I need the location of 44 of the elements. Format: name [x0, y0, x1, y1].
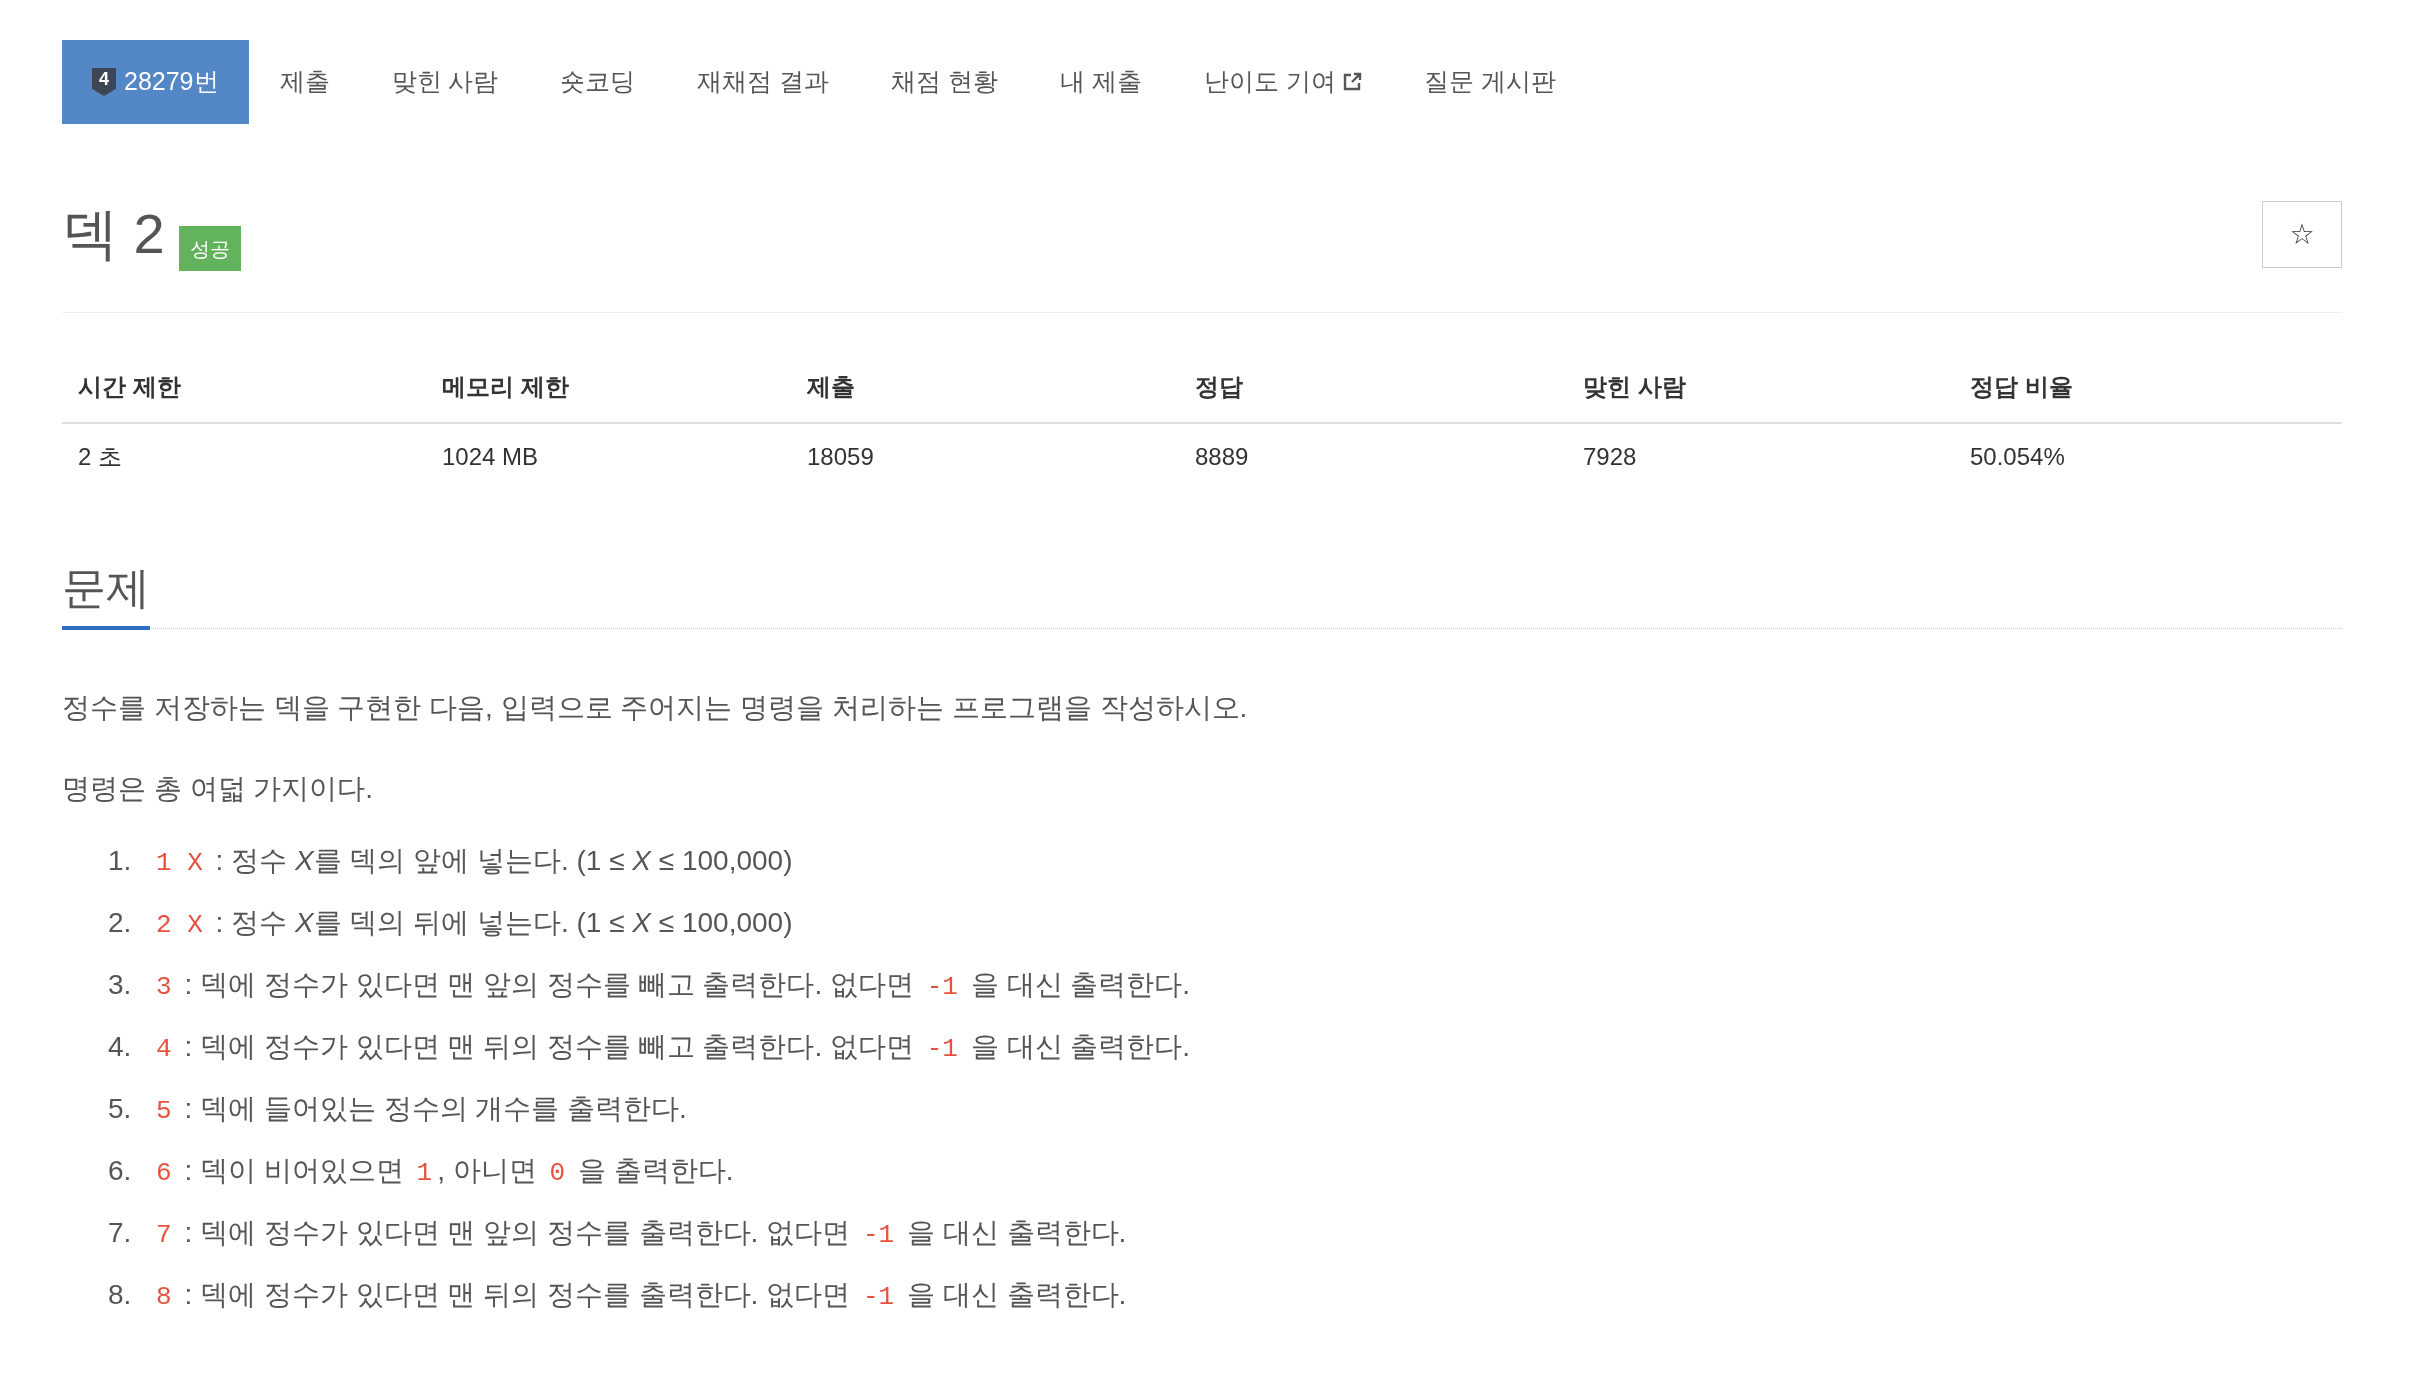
list-number: 4. [108, 1030, 133, 1064]
command-description: 4 : 덱에 정수가 있다면 맨 뒤의 정수를 빼고 출력한다. 없다면 -1 을 대신 출력한다. [155, 1029, 1191, 1066]
column-header: 맞힌 사람 [1583, 373, 1686, 400]
list-number: 7. [108, 1216, 133, 1250]
table-cell: 8889 [1195, 443, 1249, 470]
column-header: 제출 [807, 373, 855, 400]
table-cell: 2 초 [78, 443, 122, 470]
command-description: 3 : 덱에 정수가 있다면 맨 앞의 정수를 빼고 출력한다. 없다면 -1 을 대신 출력한다. [155, 967, 1191, 1004]
nav-tab[interactable]: 난이도 기여 [1173, 40, 1394, 124]
command-description: 5 : 덱에 들어있는 정수의 개수를 출력한다. [155, 1091, 687, 1128]
section-heading: 문제 [62, 558, 150, 630]
column-header: 정답 [1195, 373, 1243, 400]
table-cell: 18059 [807, 443, 874, 470]
command-description: 2 X : 정수 X를 덱의 뒤에 넣는다. (1 ≤ X ≤ 100,000) [155, 905, 793, 942]
table-cell: 7928 [1583, 443, 1637, 470]
tier-shield: 4 [92, 68, 116, 96]
column-header: 메모리 제한 [442, 373, 569, 400]
command-description: 1 X : 정수 X를 덱의 앞에 넣는다. (1 ≤ X ≤ 100,000) [155, 843, 793, 880]
list-number: 3. [108, 968, 133, 1002]
command-description: 7 : 덱에 정수가 있다면 맨 앞의 정수를 출력한다. 없다면 -1 을 대신 출력한다. [155, 1215, 1127, 1252]
description-paragraph: 명령은 총 여덟 가지이다. [62, 772, 374, 806]
nav-tab[interactable]: 채점 현황 [860, 40, 1030, 124]
command-description: 6 : 덱이 비어있으면 1 , 아니면 0 을 출력한다. [155, 1153, 734, 1190]
favorite-star-button[interactable]: ☆ [2262, 201, 2342, 268]
column-header: 시간 제한 [78, 373, 181, 400]
list-number: 8. [108, 1278, 133, 1312]
command-description: 8 : 덱에 정수가 있다면 맨 뒤의 정수를 출력한다. 없다면 -1 을 대신 출력한다. [155, 1277, 1127, 1314]
nav-tab[interactable]: 질문 게시판 [1393, 40, 1588, 124]
problem-title: 덱 2 [62, 201, 165, 267]
nav-tab[interactable]: 내 제출 [1029, 40, 1174, 124]
table-cell: 1024 MB [442, 443, 539, 470]
status-label: 성공 [178, 226, 241, 271]
column-header: 정답 비율 [1970, 373, 2073, 400]
nav-tab[interactable]: 재채점 결과 [666, 40, 861, 124]
list-number: 5. [108, 1092, 133, 1126]
list-number: 1. [108, 844, 133, 878]
list-number: 2. [108, 906, 133, 940]
nav-tab[interactable]: 숏코딩 [529, 40, 667, 124]
list-number: 6. [108, 1154, 133, 1188]
nav-tab[interactable]: 맞힌 사람 [360, 40, 530, 124]
nav-tab[interactable]: 4 28279번 [62, 40, 249, 124]
nav-tab[interactable]: 제출 [248, 40, 361, 124]
description-paragraph: 정수를 저장하는 덱을 구현한 다음, 입력으로 주어지는 명령을 처리하는 프로그램을 작성하시오. [62, 691, 1248, 725]
table-cell: 50.054% [1970, 443, 2065, 470]
